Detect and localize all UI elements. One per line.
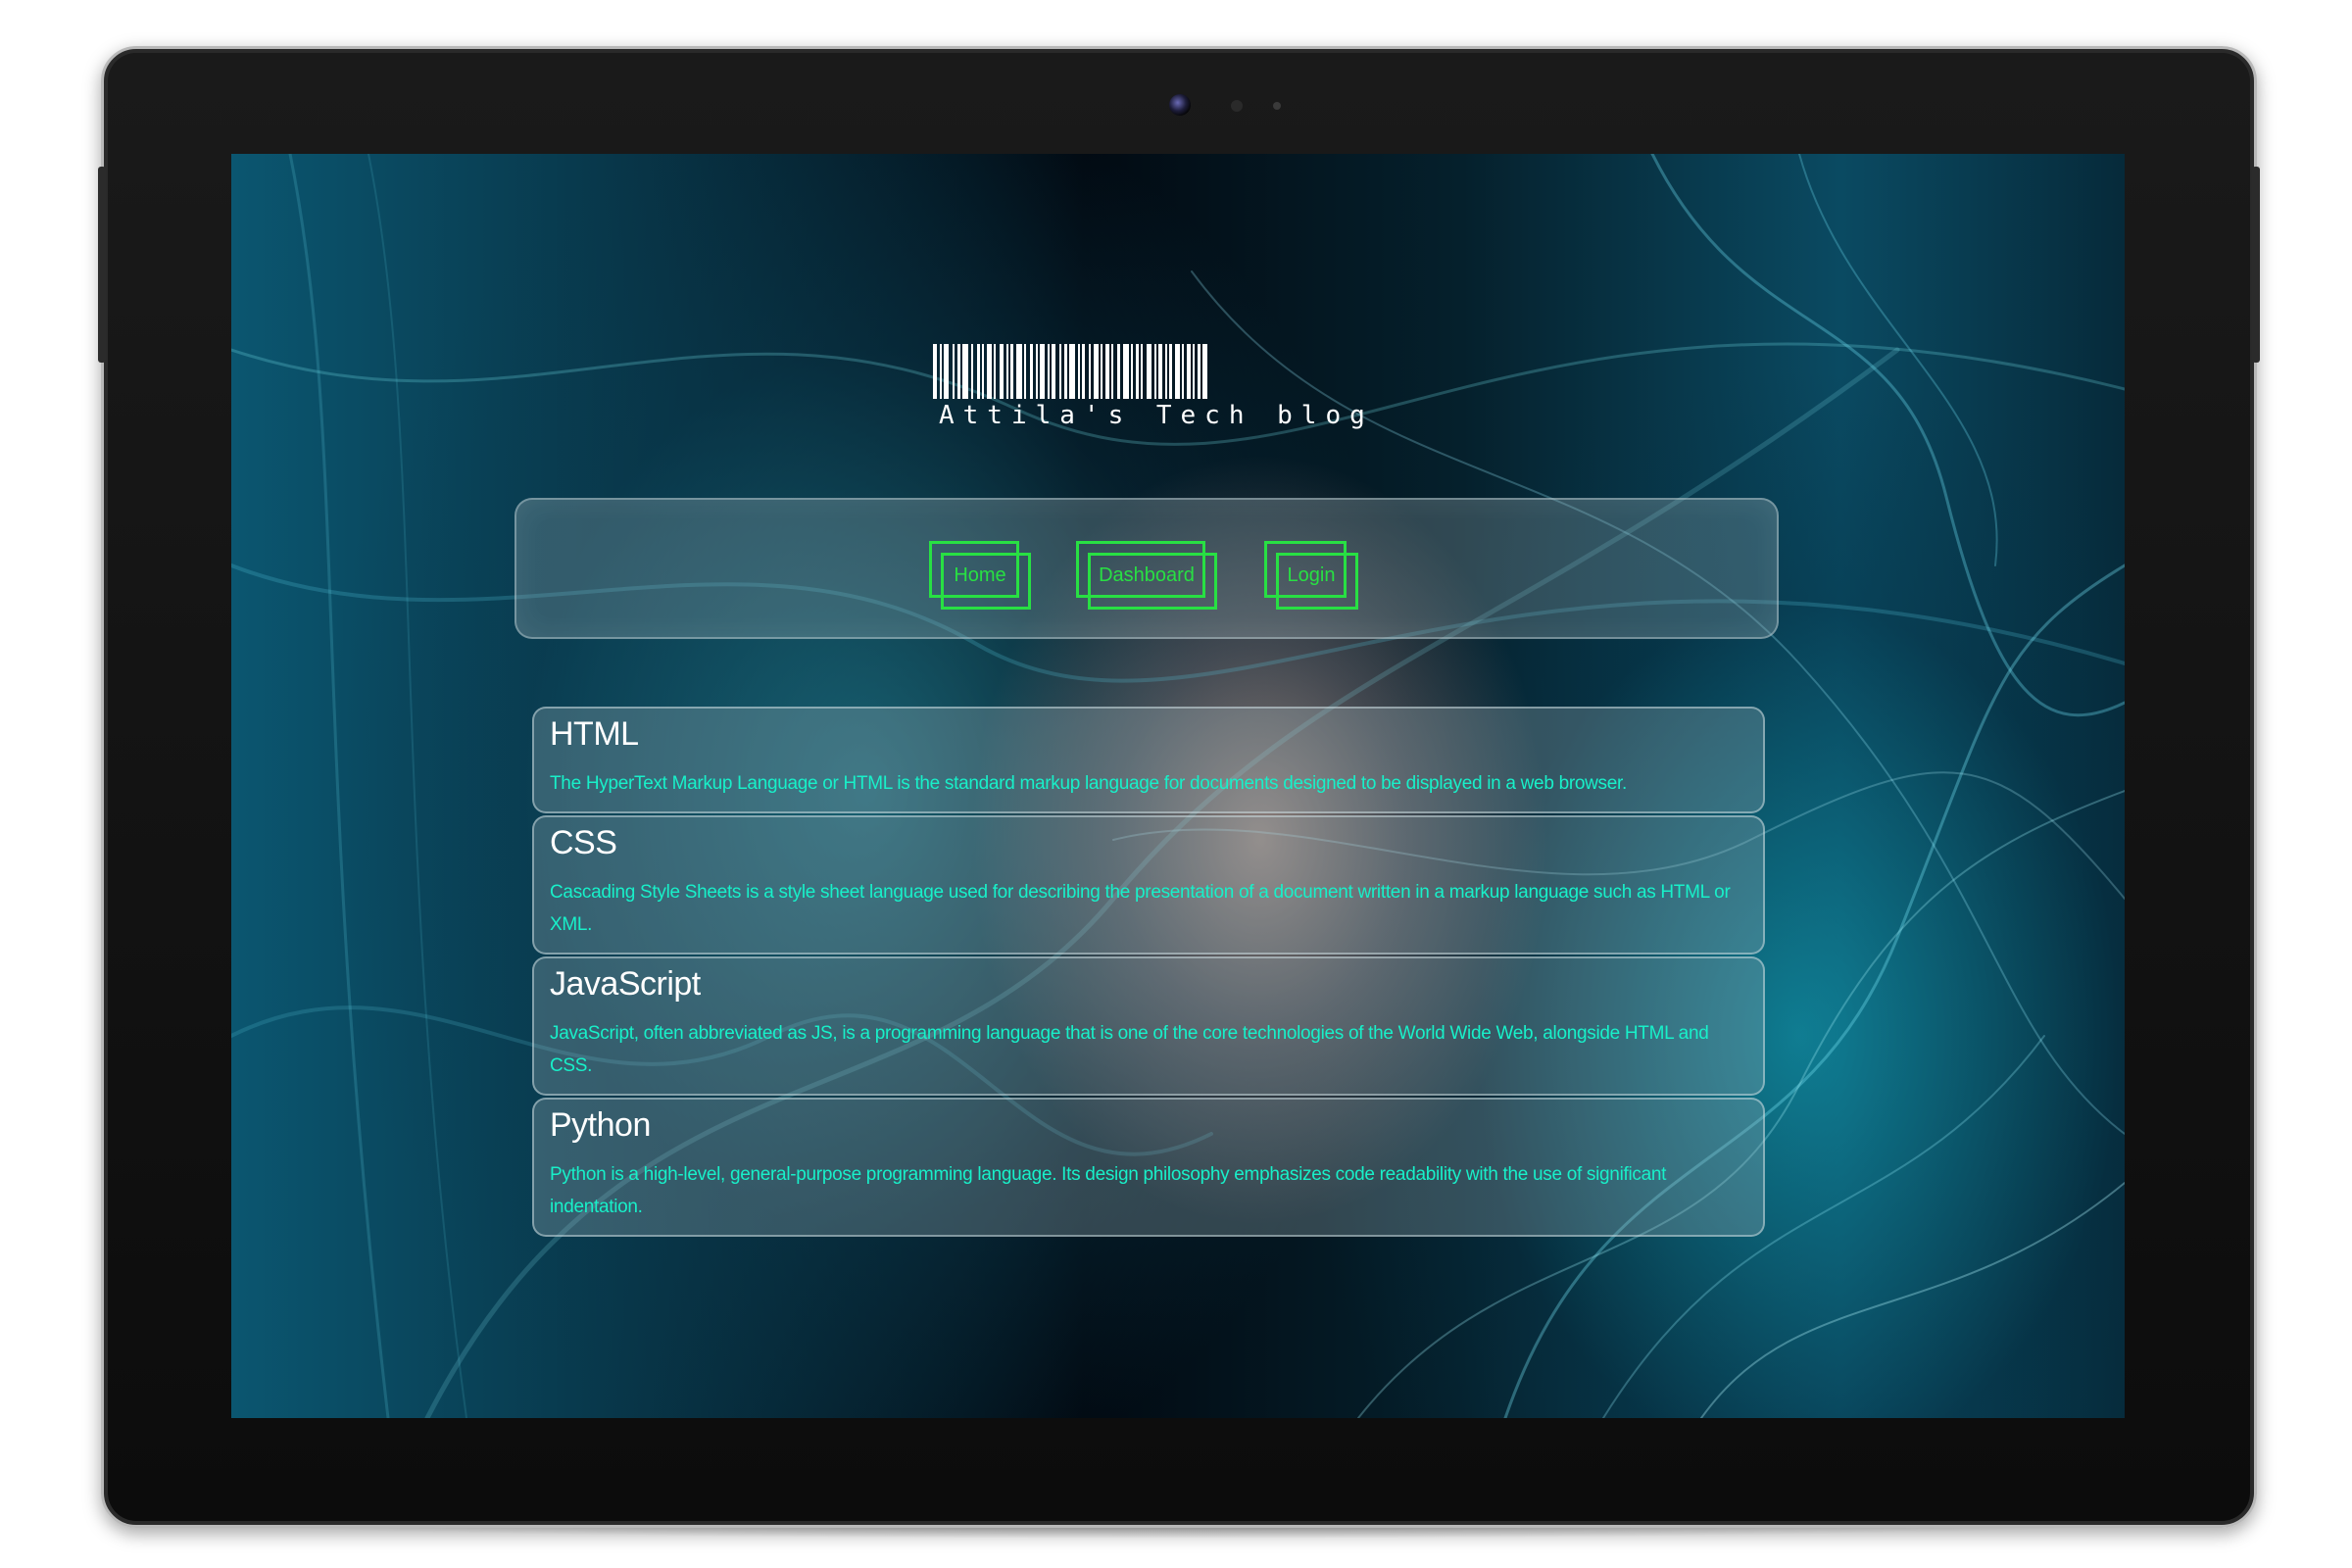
site-title: Attila's Tech blog [939,401,1374,430]
article-title: HTML [550,715,639,753]
article-list: HTML The HyperText Markup Language or HT… [532,707,1765,1239]
article-title: Python [550,1106,651,1144]
screen: Attila's Tech blog Home Dashboard Login … [231,154,2125,1418]
article-card-javascript[interactable]: JavaScript JavaScript, often abbreviated… [532,956,1765,1096]
nav-login-button[interactable]: Login [1264,541,1358,610]
nav-dashboard-label: Dashboard [1099,564,1195,586]
article-title: CSS [550,824,617,861]
nav-login-label: Login [1287,564,1336,586]
barcode-icon [933,344,1354,399]
article-title: JavaScript [550,965,701,1003]
nav-home-button[interactable]: Home [929,541,1031,610]
side-button-left [98,167,106,363]
sensor-dot [1231,100,1243,112]
main-nav: Home Dashboard Login [514,498,1779,639]
nav-dashboard-button[interactable]: Dashboard [1076,541,1217,610]
article-card-python[interactable]: Python Python is a high-level, general-p… [532,1098,1765,1237]
camera-icon [1169,94,1191,116]
sensor-dot-small [1273,102,1281,110]
side-button-right [2252,167,2260,363]
article-body: Cascading Style Sheets is a style sheet … [550,882,1731,935]
mockup-stage: Attila's Tech blog Home Dashboard Login … [0,0,2352,1568]
site-logo[interactable]: Attila's Tech blog [933,344,1374,442]
article-card-css[interactable]: CSS Cascading Style Sheets is a style sh… [532,815,1765,955]
article-body: JavaScript, often abbreviated as JS, is … [550,1023,1709,1076]
article-card-html[interactable]: HTML The HyperText Markup Language or HT… [532,707,1765,813]
nav-home-label: Home [954,564,1006,586]
article-body: Python is a high-level, general-purpose … [550,1164,1667,1217]
article-body: The HyperText Markup Language or HTML is… [550,773,1627,794]
